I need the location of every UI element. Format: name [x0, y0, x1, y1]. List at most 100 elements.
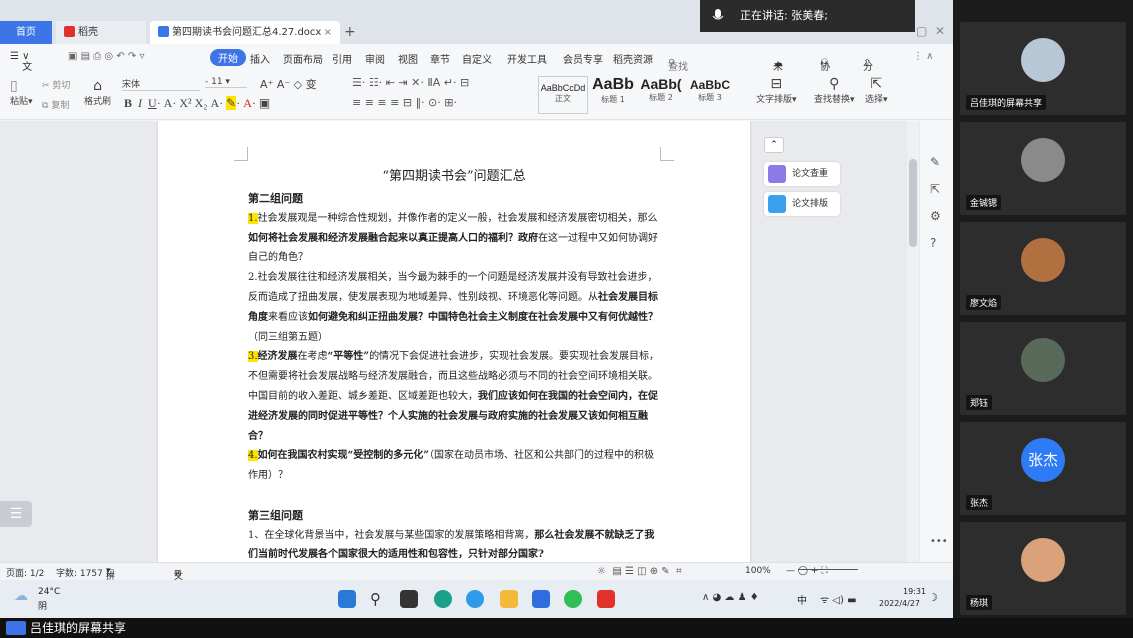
style-heading3-name: 标题 3 [698, 93, 722, 102]
zoom-slider[interactable]: — ◯ + ⛶ [786, 566, 858, 576]
style-heading1-name: 标题 1 [601, 95, 625, 104]
menu-file[interactable]: ☰ 文件 ∨ [10, 51, 32, 88]
tab-document-label: 第四期读书会问题汇总4.27.docx [172, 27, 322, 38]
new-tab-button[interactable]: + [344, 21, 356, 44]
tab-home[interactable]: 首页 [0, 21, 52, 44]
participant-tile[interactable]: 廖文焰 [960, 222, 1126, 315]
font-select[interactable]: 宋体 [122, 77, 200, 91]
screen-share-icon [6, 621, 26, 635]
screen-share-caption-text: 吕佳琪的屏幕共享 [30, 621, 127, 635]
find-replace-button[interactable]: ⚲ 查找替换▾ [814, 76, 855, 105]
find-replace-label: 查找替换 [814, 95, 851, 105]
menu-review[interactable]: 审阅 [365, 51, 385, 66]
file-explorer-icon[interactable] [500, 590, 518, 608]
participant-tile[interactable]: 金铖锶 [960, 122, 1126, 215]
network-volume-battery-icons[interactable]: ᯤ ◁) ▬ [820, 592, 857, 606]
weather-desc: 阴 [38, 602, 48, 612]
cut-button[interactable]: ✂ 剪切 [42, 78, 70, 91]
question-1: 1.社会发展观是一种综合性规划，并像作者的定义一般，社会发展和经济发展密切相关，… [248, 209, 660, 268]
input-language[interactable]: 中 [797, 592, 807, 607]
right-tool-icons[interactable]: ✎ ⇱ ⚙? [930, 149, 941, 257]
view-mode-icons[interactable]: ☼ ▤ ☰ ◫ ⊕ ✎ ⌗ [597, 566, 682, 577]
wps-taskbar-icon[interactable] [597, 590, 615, 608]
shared-screen: 首页 稻壳 第四期读书会问题汇总4.27.docx × + — ▢ ✕ 正在讲话:… [0, 0, 953, 618]
task-view-icon[interactable] [400, 590, 418, 608]
participant-tile[interactable]: 吕佳琪的屏幕共享 [960, 22, 1126, 115]
question-2: 2.社会发展往往和经济发展相关，当今最为棘手的一个问题是经济发展并没有导致社会进… [248, 268, 660, 347]
q1-text-a: 社会发展观是一种综合性规划，并像作者的定义一般，社会发展和经济发展密切相关，那么 [257, 212, 658, 224]
menu-vip[interactable]: 会员专享 [563, 51, 603, 66]
menu-references[interactable]: 引用 [332, 51, 352, 66]
participant-tile[interactable]: 郑钰 [960, 322, 1126, 415]
clock-date[interactable]: 2022/4/27 [879, 599, 920, 608]
collapse-sidebar-icon[interactable]: ⌃ [764, 137, 784, 153]
avatar [1021, 38, 1065, 82]
format-painter-button[interactable]: ⌂ 格式刷 [84, 78, 111, 107]
participant-tile[interactable]: 张杰 张杰 [960, 422, 1126, 515]
system-tray-icons[interactable]: ∧ ◕ ☁ ♟ ♦ [702, 592, 765, 603]
ie-browser-icon[interactable] [466, 590, 484, 608]
tab-wps[interactable]: 稻壳 [56, 21, 146, 44]
scrollbar-thumb[interactable] [909, 159, 917, 247]
meeting-app-icon[interactable] [532, 590, 550, 608]
start-menu-icon[interactable] [338, 590, 356, 608]
more-icon[interactable]: ⋮ ∧ [913, 51, 934, 62]
menu-chapter[interactable]: 章节 [430, 51, 450, 66]
copy-button[interactable]: ⧉ 复制 [42, 98, 69, 111]
scissors-icon: ✂ [42, 81, 50, 91]
style-heading1[interactable]: AaBb 标题 1 [590, 76, 636, 114]
document-body[interactable]: “第四期读书会”问题汇总 第二组问题 1.社会发展观是一种综合性规划，并像作者的… [248, 165, 660, 562]
text-format-icons[interactable]: B I U· A· X² X₂ A· ✎· A· ▣ [124, 96, 270, 111]
paste-button[interactable]: ▯ 粘贴▾ [10, 78, 33, 107]
font-size-select[interactable]: - 11 ▾ [205, 77, 247, 88]
weather-icon: ☁ [14, 588, 28, 604]
style-normal-preview: AaBbCcDd [540, 83, 586, 93]
windows-taskbar: ☁ 24°C 阴 ⚲ ∧ ◕ ☁ ♟ ♦ 中 ᯤ ◁) ▬ 19:31 2022… [0, 580, 953, 618]
menu-start[interactable]: 开始 [210, 49, 246, 66]
style-heading2-preview: AaBb( [640, 76, 682, 92]
paper-format-button[interactable]: 论文排版 [764, 192, 840, 216]
tab-document[interactable]: 第四期读书会问题汇总4.27.docx × [150, 21, 340, 44]
group3-heading: 第三组问题 [248, 508, 303, 522]
spell-check[interactable]: ☑拼写检查 ▾ [106, 566, 115, 618]
font-size-adjust-icons[interactable]: A⁺ A⁻ ◇ 变 [260, 76, 317, 92]
wechat-icon[interactable] [564, 590, 582, 608]
paper-format-icon [768, 195, 786, 213]
page-count: 页面: 1/2 [6, 569, 45, 579]
copy-label: 复制 [51, 101, 70, 111]
copy-icon: ⧉ [42, 101, 49, 111]
vertical-scrollbar[interactable] [907, 121, 919, 562]
menu-devtools[interactable]: 开发工具 [507, 51, 547, 66]
q2-text-a: 社会发展往往和经济发展相关，当今最为棘手的一个问题是经济发展并没有导致社会进步，… [248, 272, 658, 303]
edge-browser-icon[interactable] [434, 590, 452, 608]
notification-icon[interactable]: ☽ [928, 591, 938, 604]
style-normal[interactable]: AaBbCcDd 正文 [538, 76, 588, 114]
participant-name: 郑钰 [966, 395, 993, 410]
outline-toggle-icon[interactable]: ☰ [0, 501, 32, 527]
clock-time[interactable]: 19:31 [903, 587, 926, 596]
menu-view[interactable]: 视图 [398, 51, 418, 66]
menu-custom[interactable]: 自定义 [462, 51, 492, 66]
align-icons[interactable]: ≡ ≡ ≡ ≡ ⊟ ‖· ⊙· ⊞· [352, 96, 457, 109]
quick-access-icons[interactable]: ▣ ▤ ⎙ ◎ ↶ ↷ ▿ [68, 51, 144, 62]
speaking-banner: 正在讲话: 张美春; [700, 0, 915, 32]
text-layout-button[interactable]: ⊟ 文字排版▾ [756, 76, 797, 105]
paper-check-label: 论文查重 [792, 169, 829, 179]
menu-docer[interactable]: 稻壳资源 [613, 51, 653, 66]
paper-check-button[interactable]: 论文查重 [764, 162, 840, 186]
avatar [1021, 538, 1065, 582]
select-button[interactable]: ⇱ 选择▾ [865, 76, 888, 105]
font-size-value: 11 [211, 77, 223, 87]
style-heading3[interactable]: AaBbC 标题 3 [686, 76, 734, 114]
document-page[interactable]: “第四期读书会”问题汇总 第二组问题 1.社会发展观是一种综合性规划，并像作者的… [158, 121, 750, 562]
menu-insert[interactable]: 插入 [250, 51, 270, 66]
more-options-icon[interactable]: ••• [930, 536, 948, 547]
zoom-value[interactable]: 100% [745, 566, 771, 576]
word-count[interactable]: 字数: 1757 [56, 566, 103, 579]
close-tab-icon[interactable]: × [324, 21, 332, 44]
menu-layout[interactable]: 页面布局 [283, 51, 323, 66]
list-format-icons[interactable]: ☰· ☷· ⇤ ⇥ ✕· ⅡA ↵· ⊟ [352, 76, 469, 89]
style-heading2[interactable]: AaBb(标题 2 [637, 76, 685, 114]
participant-tile[interactable]: 杨琪 [960, 522, 1126, 615]
search-taskbar-icon[interactable]: ⚲ [370, 590, 388, 608]
